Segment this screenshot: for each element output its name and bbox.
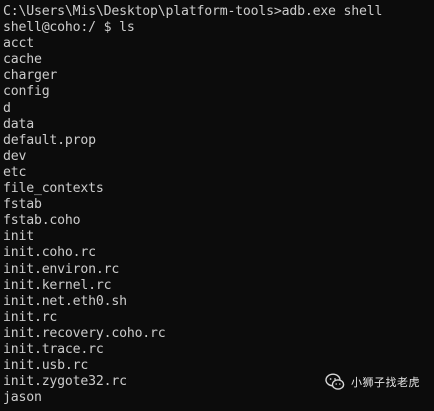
listing-entry: charger — [3, 68, 58, 84]
listing-entry: fstab — [3, 197, 42, 213]
listing-entry: cache — [3, 52, 42, 68]
console-output: C:\Users\Mis\Desktop\platform-tools>adb.… — [3, 4, 433, 406]
listing-entry: data — [3, 116, 34, 132]
wechat-icon — [325, 372, 345, 392]
watermark: 小狮子找老虎 — [325, 372, 420, 392]
console-window[interactable]: C:\Users\Mis\Desktop\platform-tools>adb.… — [0, 0, 434, 411]
shell-prompt-line: shell@coho:/ $ ls — [3, 20, 135, 36]
listing-entry: default.prop — [3, 132, 96, 148]
listing-entry: config — [3, 84, 50, 100]
listing-entry: d — [3, 100, 11, 116]
listing-entry: init.kernel.rc — [3, 277, 112, 293]
listing-entry: init.trace.rc — [3, 341, 104, 357]
command-prompt-line: C:\Users\Mis\Desktop\platform-tools>adb.… — [3, 4, 383, 19]
listing-entry: acct — [3, 36, 34, 52]
watermark-text: 小狮子找老虎 — [351, 376, 420, 389]
listing-entry: jason — [3, 390, 42, 406]
listing-entry: init.rc — [3, 309, 58, 325]
listing-entry: init.environ.rc — [3, 261, 120, 277]
listing-entry: init.recovery.coho.rc — [3, 325, 166, 341]
listing-entry: init.net.eth0.sh — [3, 293, 127, 309]
listing-entry: etc — [3, 164, 27, 180]
listing-entry: file_contexts — [3, 181, 104, 197]
listing-entry: init — [3, 229, 34, 245]
listing-entry: fstab.coho — [3, 213, 81, 229]
listing-entry: init.coho.rc — [3, 245, 96, 261]
listing-entry: dev — [3, 148, 27, 164]
